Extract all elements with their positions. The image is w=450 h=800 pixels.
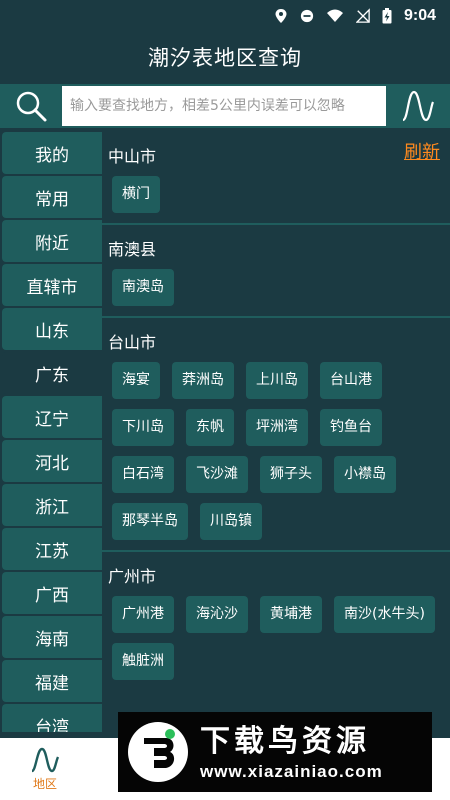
sidebar-item-guangxi[interactable]: 广西 [2,572,102,614]
sidebar-item-jiangsu[interactable]: 江苏 [2,528,102,570]
do-not-disturb-icon [300,9,314,23]
tide-wave-icon [31,747,60,772]
place-chips: 海宴 莽洲岛 上川岛 台山港 下川岛 东帆 坪洲湾 钓鱼台 白石湾 飞沙滩 狮子… [108,358,450,540]
place-chip[interactable]: 莽洲岛 [172,362,234,399]
city-title: 南澳县 [108,240,157,259]
place-chip[interactable]: 钓鱼台 [320,409,382,446]
place-chip[interactable]: 海沁沙 [186,596,248,633]
refresh-link[interactable]: 刷新 [404,138,440,164]
province-sidebar: 我的 常用 附近 直辖市 山东 广东 辽宁 河北 浙江 江苏 广西 海南 福建 … [0,132,102,732]
location-icon [275,9,287,23]
search-bar [0,84,450,128]
place-chip[interactable]: 下川岛 [112,409,174,446]
place-chip[interactable]: 上川岛 [246,362,308,399]
no-signal-icon [355,8,370,23]
place-chip[interactable]: 海宴 [112,362,160,399]
place-chip[interactable]: 南沙(水牛头) [334,596,435,633]
city-group: 台山市 海宴 莽洲岛 上川岛 台山港 下川岛 东帆 坪洲湾 钓鱼台 白石湾 飞沙… [102,318,450,552]
city-group: 广州市 广州港 海沁沙 黄埔港 南沙(水牛头) 触脏洲 [102,552,450,690]
sidebar-item-mine[interactable]: 我的 [2,132,102,174]
city-title: 台山市 [108,333,157,352]
status-bar: 9:04 [0,0,450,32]
tab-region[interactable]: 地区 [10,740,80,798]
app-header: 潮汐表地区查询 [0,32,450,82]
place-chips: 南澳岛 [108,265,450,306]
place-chip[interactable]: 飞沙滩 [186,456,248,493]
place-chip[interactable]: 黄埔港 [260,596,322,633]
sidebar-item-hebei[interactable]: 河北 [2,440,102,482]
place-chip[interactable]: 川岛镇 [200,503,262,540]
sidebar-item-shandong[interactable]: 山东 [2,308,102,350]
search-input[interactable] [62,86,386,126]
place-chip[interactable]: 坪洲湾 [246,409,308,446]
place-chip[interactable]: 小襟岛 [334,456,396,493]
city-group: 中山市 横门 [102,132,450,225]
watermark-brand: 下载鸟资源 [200,724,370,759]
sidebar-item-frequent[interactable]: 常用 [2,176,102,218]
watermark-text: 下载鸟资源 www.xiazainiao.com [200,722,383,782]
watermark-banner: 下载鸟资源 www.xiazainiao.com [118,712,432,792]
city-group: 南澳县 南澳岛 [102,225,450,318]
watermark-url: www.xiazainiao.com [200,762,383,781]
place-chip[interactable]: 台山港 [320,362,382,399]
sidebar-item-hainan[interactable]: 海南 [2,616,102,658]
search-icon [16,91,47,122]
sidebar-item-taiwan[interactable]: 台湾 [2,704,102,732]
place-chips: 横门 [108,172,450,213]
sidebar-item-municipalities[interactable]: 直辖市 [2,264,102,306]
place-chip[interactable]: 触脏洲 [112,643,174,680]
tide-wave-icon [402,90,435,122]
city-title: 中山市 [108,147,157,166]
city-title: 广州市 [108,567,157,586]
sidebar-item-liaoning[interactable]: 辽宁 [2,396,102,438]
tab-region-label: 地区 [32,776,57,791]
place-chip[interactable]: 南澳岛 [112,269,174,306]
bird-logo-icon [126,720,190,784]
tide-curve-button[interactable] [386,84,450,128]
place-chip[interactable]: 横门 [112,176,160,213]
place-chips: 广州港 海沁沙 黄埔港 南沙(水牛头) 触脏洲 [108,592,450,680]
place-chip[interactable]: 白石湾 [112,456,174,493]
place-list: 中山市 横门 南澳县 南澳岛 台山市 海宴 莽洲岛 上川岛 台山港 下川岛 东帆… [102,132,450,738]
place-chip[interactable]: 东帆 [186,409,234,446]
place-chip[interactable]: 广州港 [112,596,174,633]
page-title: 潮汐表地区查询 [148,46,302,70]
place-chip[interactable]: 那琴半岛 [112,503,188,540]
sidebar-item-zhejiang[interactable]: 浙江 [2,484,102,526]
search-button[interactable] [0,84,62,128]
status-time: 9:04 [403,7,436,24]
sidebar-item-guangdong[interactable]: 广东 [2,352,102,394]
place-chip[interactable]: 狮子头 [260,456,322,493]
wifi-icon [326,9,343,22]
battery-charging-icon [382,8,392,24]
sidebar-item-fujian[interactable]: 福建 [2,660,102,702]
sidebar-item-nearby[interactable]: 附近 [2,220,102,262]
